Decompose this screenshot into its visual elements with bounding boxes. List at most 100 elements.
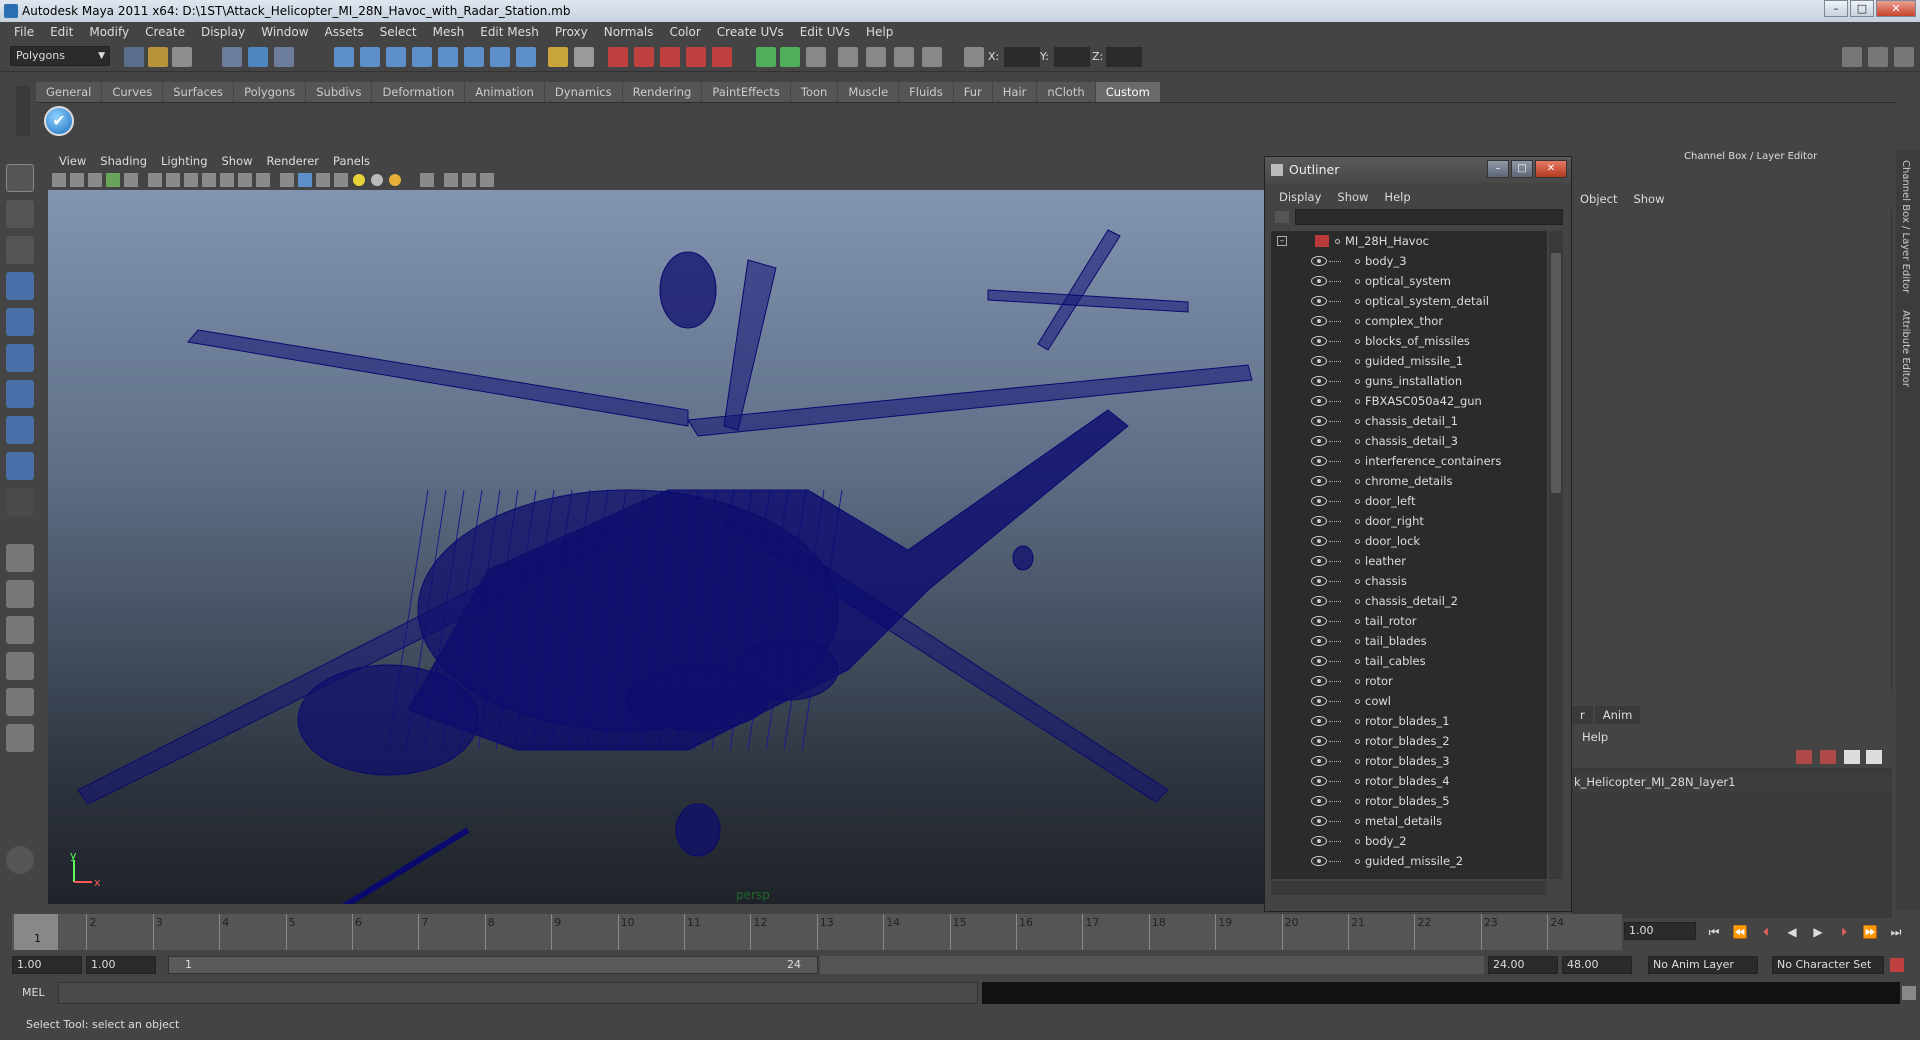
channel-box-icon[interactable] (866, 47, 886, 67)
outliner-menu-display[interactable]: Display (1271, 187, 1329, 207)
render-view-icon[interactable] (712, 47, 732, 67)
tab-muscle[interactable]: Muscle (838, 82, 899, 102)
rotate-tool-icon[interactable] (6, 308, 34, 336)
tab-polygons[interactable]: Polygons (234, 82, 306, 102)
menu-mesh[interactable]: Mesh (425, 22, 473, 42)
menu-create-uvs[interactable]: Create UVs (709, 22, 792, 42)
render-settings-icon[interactable] (660, 47, 680, 67)
hypershade-icon[interactable] (686, 47, 706, 67)
outliner-search-input[interactable] (1295, 209, 1563, 225)
render-frame-icon[interactable] (608, 47, 628, 67)
show-manipulator-icon[interactable] (6, 452, 34, 480)
tab-anim-layer[interactable]: Anim (1594, 706, 1641, 724)
select-tool-icon[interactable] (6, 164, 34, 192)
close-button[interactable]: ✕ (1876, 0, 1916, 17)
menu-normals[interactable]: Normals (596, 22, 662, 42)
vp-menu-show[interactable]: Show (215, 152, 260, 170)
menu-file[interactable]: File (6, 22, 42, 42)
history-icon[interactable] (464, 47, 484, 67)
script-editor-icon[interactable] (1902, 986, 1916, 1000)
layer-options-icon[interactable] (1844, 750, 1860, 764)
tab-surfaces[interactable]: Surfaces (163, 82, 234, 102)
menu-proxy[interactable]: Proxy (547, 22, 596, 42)
filter-icon[interactable] (1275, 211, 1289, 223)
side-tab-channel-box[interactable]: Channel Box / Layer Editor (1900, 160, 1911, 293)
outliner-vertical-scrollbar[interactable] (1549, 231, 1563, 879)
outliner-horizontal-scrollbar[interactable] (1271, 881, 1547, 895)
tree-row[interactable]: door_left (1271, 491, 1547, 511)
tab-general[interactable]: General (36, 82, 102, 102)
outliner-minimize-button[interactable]: – (1487, 160, 1509, 178)
menu-assets[interactable]: Assets (317, 22, 372, 42)
toggle-channel-box-icon[interactable] (1842, 47, 1862, 67)
last-tool-icon[interactable] (6, 488, 34, 516)
tree-row[interactable]: complex_thor (1271, 311, 1547, 331)
graph-persp-layout-icon[interactable] (6, 652, 34, 680)
tree-row[interactable]: guided_missile_1 (1271, 351, 1547, 371)
tool-settings-icon[interactable] (838, 47, 858, 67)
tree-row[interactable]: rotor_blades_1 (1271, 711, 1547, 731)
outliner-menu-show[interactable]: Show (1329, 187, 1376, 207)
anim-end-field[interactable]: 48.00 (1562, 956, 1632, 974)
vp-menu-shading[interactable]: Shading (93, 152, 154, 170)
tab-rendering[interactable]: Rendering (622, 82, 702, 102)
toggle-attribute-editor-icon[interactable] (1868, 47, 1888, 67)
custom-layout-icon[interactable] (6, 724, 34, 752)
new-layer-selected-icon[interactable] (1820, 750, 1836, 764)
tree-row[interactable]: optical_system_detail (1271, 291, 1547, 311)
y-field[interactable] (1054, 47, 1090, 67)
save-scene-icon[interactable] (172, 47, 192, 67)
go-end-icon[interactable]: ⏭ (1886, 924, 1906, 940)
side-tab-attribute-editor[interactable]: Attribute Editor (1900, 310, 1911, 387)
open-scene-icon[interactable] (148, 47, 168, 67)
range-slider-track[interactable] (820, 956, 1484, 974)
snap-point-icon[interactable] (386, 47, 406, 67)
tree-row[interactable]: chassis_detail_2 (1271, 591, 1547, 611)
playback-start-field[interactable]: 1.00 (86, 956, 156, 974)
outliner-close-button[interactable]: ✕ (1535, 160, 1567, 178)
layer-menu-help[interactable]: Help (1582, 730, 1608, 744)
layer-row[interactable]: k_Helicopter_MI_28N_layer1 (1572, 772, 1892, 792)
four-pane-layout-icon[interactable] (6, 580, 34, 608)
menu-edit-mesh[interactable]: Edit Mesh (472, 22, 547, 42)
tree-row[interactable]: chrome_details (1271, 471, 1547, 491)
tree-row[interactable]: door_right (1271, 511, 1547, 531)
scroll-thumb[interactable] (1551, 253, 1561, 493)
outliner-title-bar[interactable]: Outliner – □ ✕ (1265, 157, 1571, 183)
snap-plane-icon[interactable] (412, 47, 432, 67)
tab-deformation[interactable]: Deformation (372, 82, 465, 102)
tab-animation[interactable]: Animation (465, 82, 544, 102)
viewport-toolbar-icons[interactable] (44, 170, 604, 190)
menu-display[interactable]: Display (193, 22, 253, 42)
outliner-icon[interactable] (922, 47, 942, 67)
transform-field-icon[interactable] (964, 47, 984, 67)
vp-menu-view[interactable]: View (52, 152, 93, 170)
character-set-select[interactable]: No Character Set (1772, 956, 1884, 974)
checkmark-icon[interactable]: ✔ (44, 106, 74, 136)
tree-row[interactable]: FBXASC050a42_gun (1271, 391, 1547, 411)
tree-row[interactable]: blocks_of_missiles (1271, 331, 1547, 351)
new-layer-icon[interactable] (1796, 750, 1812, 764)
collapse-icon[interactable]: – (1277, 236, 1287, 246)
tab-render-layer[interactable]: r (1572, 706, 1593, 724)
z-field[interactable] (1106, 47, 1142, 67)
tree-row[interactable]: rotor_blades_3 (1271, 751, 1547, 771)
tree-row[interactable]: optical_system (1271, 271, 1547, 291)
tab-fur[interactable]: Fur (953, 82, 992, 102)
range-slider[interactable]: 1 24 (168, 956, 818, 974)
tree-row[interactable]: door_lock (1271, 531, 1547, 551)
step-key-back-icon[interactable]: ⏴ (1756, 924, 1776, 940)
new-scene-icon[interactable] (124, 47, 144, 67)
time-slider[interactable]: 123456789101112131415161718192021222324 … (12, 914, 1622, 950)
outliner-menu-help[interactable]: Help (1376, 187, 1418, 207)
select-object-icon[interactable] (248, 47, 268, 67)
step-key-forward-icon[interactable]: ⏵ (1834, 924, 1854, 940)
anim-layer-select[interactable]: No Anim Layer (1648, 956, 1758, 974)
construction-history-icon[interactable] (490, 47, 510, 67)
ipr-render-icon[interactable] (634, 47, 654, 67)
tree-row[interactable]: cowl (1271, 691, 1547, 711)
menu-edit-uvs[interactable]: Edit UVs (792, 22, 858, 42)
toggle-panel-icon[interactable] (780, 47, 800, 67)
soft-mod-icon[interactable] (6, 416, 34, 444)
menu-window[interactable]: Window (253, 22, 316, 42)
